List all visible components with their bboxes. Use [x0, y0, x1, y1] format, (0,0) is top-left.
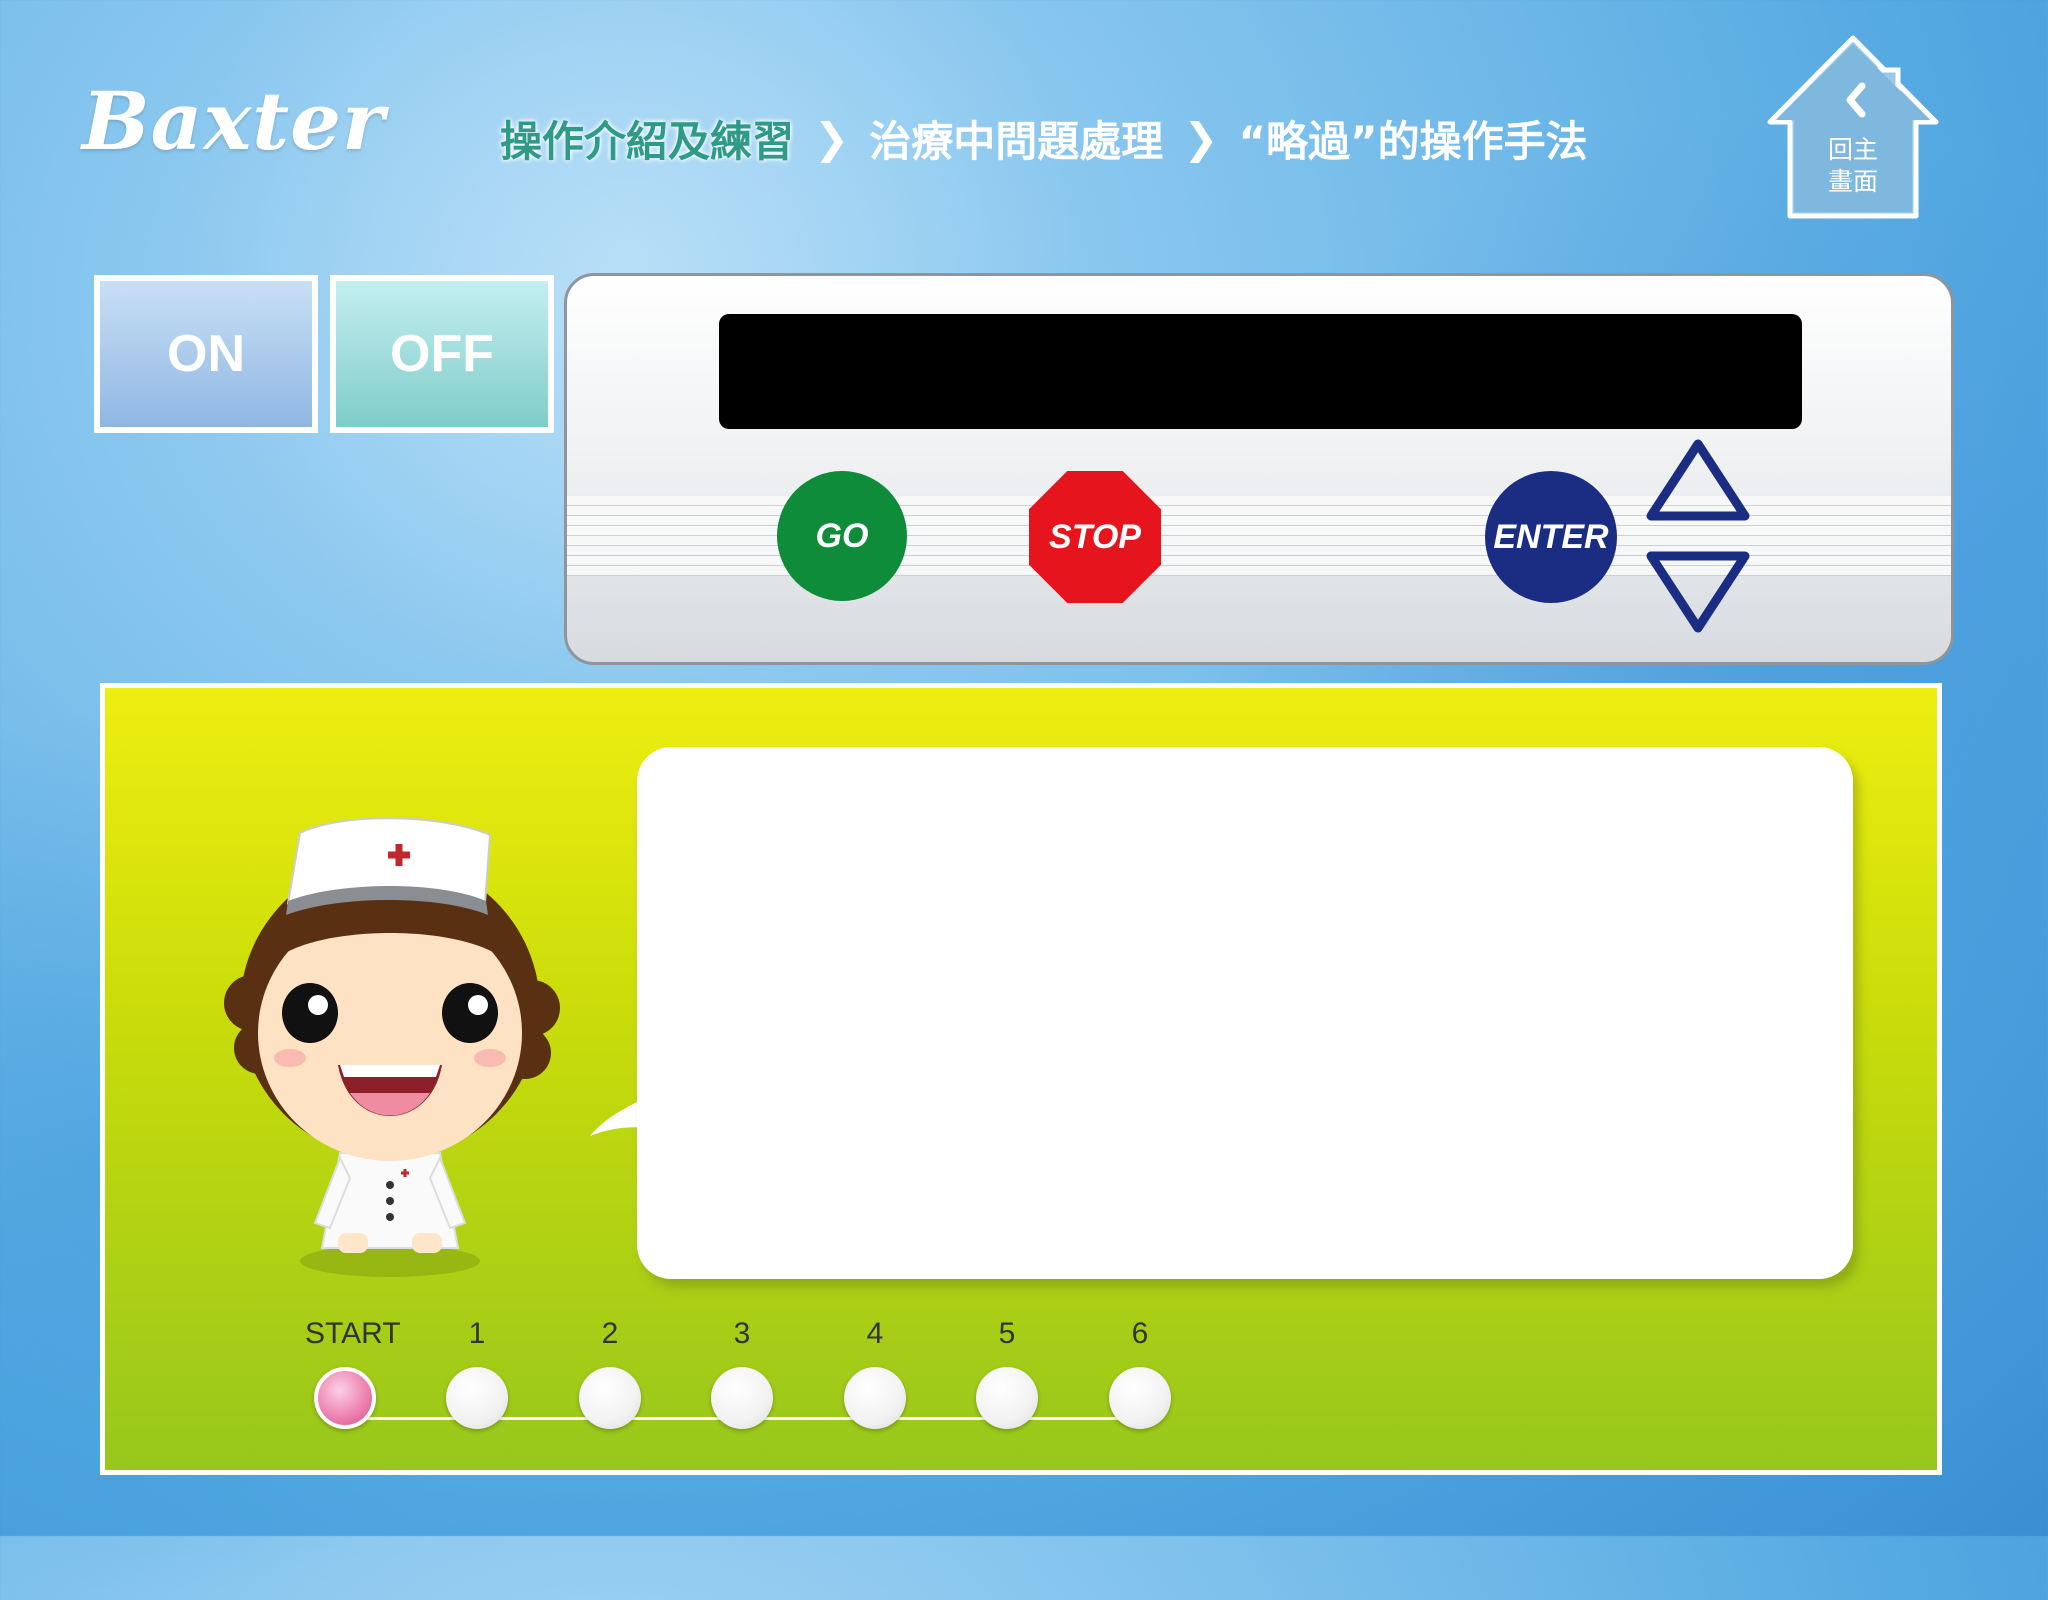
step-dot-3[interactable]	[711, 1367, 773, 1429]
baxter-logo: Baxter	[82, 74, 386, 168]
stop-button[interactable]: STOP	[1029, 471, 1161, 603]
step-3: 3	[702, 1313, 782, 1429]
go-button[interactable]: GO	[777, 471, 907, 601]
step-1: 1	[437, 1313, 517, 1429]
step-dot-start[interactable]	[314, 1367, 376, 1429]
step-dot-6[interactable]	[1109, 1367, 1171, 1429]
down-arrow-button[interactable]	[1643, 546, 1753, 636]
step-dot-4[interactable]	[844, 1367, 906, 1429]
breadcrumb-item-problem-handling[interactable]: 治療中問題處理	[869, 108, 1163, 169]
step-dot-2[interactable]	[579, 1367, 641, 1429]
step-6: 6	[1100, 1313, 1180, 1429]
chevron-right-icon: ❯	[1183, 114, 1219, 163]
step-progress: START 1 2 3 4 5 6	[305, 1313, 1205, 1433]
step-4: 4	[835, 1313, 915, 1429]
home-button-label: 回主 畫面	[1827, 135, 1878, 196]
instruction-card: START 1 2 3 4 5 6	[100, 683, 1942, 1475]
lcd-display	[719, 314, 1802, 429]
breadcrumb-item-skip-operation: “略過”的操作手法	[1238, 117, 1588, 166]
speech-bubble	[637, 747, 1853, 1279]
off-button[interactable]: OFF	[330, 275, 554, 433]
device-control-panel: GO STOP ENTER	[564, 273, 1954, 665]
home-button[interactable]: 回主 畫面	[1758, 30, 1948, 220]
on-button[interactable]: ON	[94, 275, 318, 433]
breadcrumb: 操作介紹及練習 ❯ 治療中問題處理 ❯ “略過”的操作手法	[500, 108, 1588, 169]
step-2: 2	[570, 1313, 650, 1429]
step-start: START	[305, 1313, 401, 1429]
step-5: 5	[967, 1313, 1047, 1429]
step-dot-1[interactable]	[446, 1367, 508, 1429]
enter-button[interactable]: ENTER	[1485, 471, 1617, 603]
up-arrow-button[interactable]	[1643, 436, 1753, 526]
step-dot-5[interactable]	[976, 1367, 1038, 1429]
chevron-right-icon: ❯	[814, 114, 850, 163]
breadcrumb-item-operation-intro[interactable]: 操作介紹及練習	[500, 108, 794, 169]
nurse-character-illustration	[224, 817, 560, 1277]
